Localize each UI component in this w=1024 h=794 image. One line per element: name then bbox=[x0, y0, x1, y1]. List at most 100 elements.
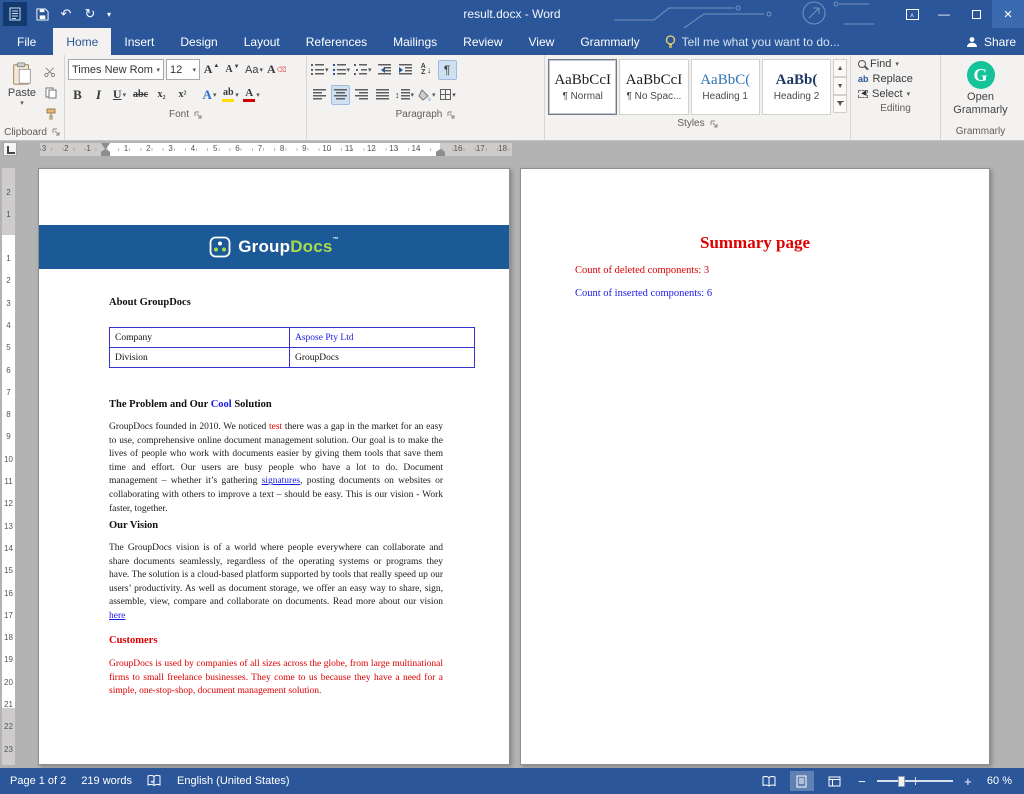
h-ruler[interactable]: 3211234567891011121314161718 bbox=[40, 143, 512, 156]
document-page-1[interactable]: GroupDocs™ About GroupDocs Company Aspos… bbox=[38, 168, 510, 765]
underline-button[interactable]: U▾ bbox=[110, 85, 129, 105]
line-spacing-button[interactable]: ↕▾ bbox=[394, 85, 415, 105]
style-heading-2[interactable]: AaBb( Heading 2 bbox=[762, 59, 831, 115]
change-case-button[interactable]: Aa▾ bbox=[244, 60, 264, 80]
tab-view[interactable]: View bbox=[516, 28, 568, 55]
tab-file[interactable]: File bbox=[0, 28, 53, 55]
read-mode-button[interactable] bbox=[757, 771, 781, 791]
italic-button[interactable]: I bbox=[89, 85, 108, 105]
tab-stop-selector[interactable] bbox=[3, 142, 17, 156]
zoom-out-button[interactable]: − bbox=[856, 774, 868, 789]
grammarly-group-label: Grammarly bbox=[944, 123, 1017, 140]
tab-review[interactable]: Review bbox=[450, 28, 515, 55]
language-indicator[interactable]: English (United States) bbox=[177, 775, 290, 787]
zoom-level[interactable]: 60 % bbox=[987, 775, 1012, 787]
multilevel-list-button[interactable]: ▾ bbox=[353, 60, 373, 80]
tab-design[interactable]: Design bbox=[167, 28, 230, 55]
subscript-button[interactable]: x₂ bbox=[152, 85, 171, 105]
font-size-combobox[interactable]: 12 ▾ bbox=[166, 59, 200, 80]
format-painter-button[interactable] bbox=[41, 104, 60, 124]
superscript-button[interactable]: x² bbox=[173, 85, 192, 105]
tab-mailings[interactable]: Mailings bbox=[380, 28, 450, 55]
table-cell-company-label: Company bbox=[110, 328, 290, 348]
zoom-slider[interactable] bbox=[877, 771, 953, 791]
grow-font-button[interactable]: A▲ bbox=[202, 60, 221, 80]
clipboard-dialog-launcher-icon[interactable] bbox=[52, 128, 60, 136]
replace-button[interactable]: ab Replace bbox=[858, 73, 933, 85]
save-icon[interactable] bbox=[31, 3, 53, 25]
tab-home[interactable]: Home bbox=[53, 28, 111, 55]
style-normal[interactable]: AaBbCcI ¶ Normal bbox=[548, 59, 617, 115]
copy-button[interactable] bbox=[41, 83, 60, 103]
share-button[interactable]: Share bbox=[966, 28, 1016, 55]
word-app-icon[interactable] bbox=[3, 2, 27, 26]
ruler-row: 3211234567891011121314161718 bbox=[0, 141, 1024, 158]
font-dialog-launcher-icon[interactable] bbox=[194, 111, 202, 119]
bold-button[interactable]: B bbox=[68, 85, 87, 105]
ruler-number: 18 bbox=[497, 144, 509, 153]
maximize-icon[interactable] bbox=[960, 0, 992, 28]
proofing-status-icon[interactable] bbox=[147, 775, 162, 787]
shading-button[interactable]: ▾ bbox=[417, 85, 437, 105]
shading-bucket-icon bbox=[418, 89, 431, 101]
paste-button[interactable]: Paste ▾ bbox=[3, 58, 41, 124]
zoom-slider-handle[interactable] bbox=[898, 776, 905, 787]
tell-me-box[interactable]: Tell me what you want to do... bbox=[665, 28, 840, 55]
font-name-combobox[interactable]: Times New Roman ▾ bbox=[68, 59, 164, 80]
strikethrough-button[interactable]: abc bbox=[131, 85, 150, 105]
close-icon[interactable]: × bbox=[992, 0, 1024, 28]
clear-formatting-button[interactable]: A⌫ bbox=[266, 60, 288, 80]
numbering-button[interactable]: ▾ bbox=[332, 60, 352, 80]
align-center-button[interactable] bbox=[331, 85, 350, 105]
justify-button[interactable] bbox=[373, 85, 392, 105]
ribbon-display-options-icon[interactable]: ˄ bbox=[896, 0, 928, 28]
open-grammarly-button[interactable]: G Open Grammarly bbox=[951, 58, 1011, 123]
here-link[interactable]: here bbox=[109, 611, 125, 621]
signatures-link[interactable]: signatures bbox=[262, 476, 301, 486]
tab-layout[interactable]: Layout bbox=[231, 28, 293, 55]
replace-icon: ab bbox=[858, 74, 869, 84]
borders-button[interactable]: ▾ bbox=[439, 85, 458, 105]
undo-icon[interactable]: ↶ bbox=[55, 3, 77, 25]
minimize-icon[interactable]: — bbox=[928, 0, 960, 28]
highlight-color-button[interactable]: ab▾ bbox=[221, 85, 240, 105]
tab-grammarly[interactable]: Grammarly bbox=[567, 28, 652, 55]
tab-insert[interactable]: Insert bbox=[111, 28, 167, 55]
font-color-button[interactable]: A▾ bbox=[242, 85, 261, 105]
align-right-button[interactable] bbox=[352, 85, 371, 105]
text-effects-button[interactable]: A▾ bbox=[200, 85, 219, 105]
paragraph-dialog-launcher-icon[interactable] bbox=[447, 111, 455, 119]
customize-qat-icon[interactable]: ▾ bbox=[103, 3, 115, 25]
problem-heading: The Problem and Our Cool Solution bbox=[109, 399, 272, 410]
increase-indent-button[interactable] bbox=[396, 60, 415, 80]
print-layout-button[interactable] bbox=[790, 771, 814, 791]
cut-button[interactable] bbox=[41, 62, 60, 82]
shrink-font-button[interactable]: A▼ bbox=[223, 60, 242, 80]
zoom-in-button[interactable]: + bbox=[962, 774, 974, 789]
styles-gallery-more-icon[interactable]: ▼ bbox=[833, 95, 847, 113]
bullets-button[interactable]: ▾ bbox=[310, 60, 330, 80]
styles-scroll-down-icon[interactable]: ▼ bbox=[833, 77, 847, 95]
v-ruler[interactable]: 2112345678910111213141516171819202122232… bbox=[2, 168, 15, 765]
select-button[interactable]: Select▾ bbox=[858, 88, 933, 100]
align-left-button[interactable] bbox=[310, 85, 329, 105]
font-group-label: Font bbox=[68, 106, 303, 123]
document-page-2[interactable]: Summary page Count of deleted components… bbox=[520, 168, 990, 765]
styles-dialog-launcher-icon[interactable] bbox=[710, 120, 718, 128]
redo-icon[interactable]: ↻ bbox=[79, 3, 101, 25]
web-layout-button[interactable] bbox=[823, 771, 847, 791]
word-count[interactable]: 219 words bbox=[81, 775, 132, 787]
decrease-indent-button[interactable] bbox=[375, 60, 394, 80]
styles-scroll-up-icon[interactable]: ▲ bbox=[833, 59, 847, 77]
show-paragraph-marks-button[interactable]: ¶ bbox=[438, 60, 457, 80]
find-button[interactable]: Find▾ bbox=[858, 58, 933, 70]
font-group: Times New Roman ▾ 12 ▾ A▲ A▼ Aa▾ A⌫ B I … bbox=[64, 55, 306, 140]
style-no-spacing[interactable]: AaBbCcI ¶ No Spac... bbox=[619, 59, 688, 115]
justify-icon bbox=[376, 89, 389, 100]
sort-button[interactable]: AZ↓ bbox=[417, 60, 436, 80]
page-indicator[interactable]: Page 1 of 2 bbox=[10, 775, 66, 787]
style-heading-1[interactable]: AaBbC( Heading 1 bbox=[691, 59, 760, 115]
tab-references[interactable]: References bbox=[293, 28, 380, 55]
ruler-number: 20 bbox=[2, 678, 15, 687]
document-canvas[interactable]: 2112345678910111213141516171819202122232… bbox=[0, 158, 1024, 768]
